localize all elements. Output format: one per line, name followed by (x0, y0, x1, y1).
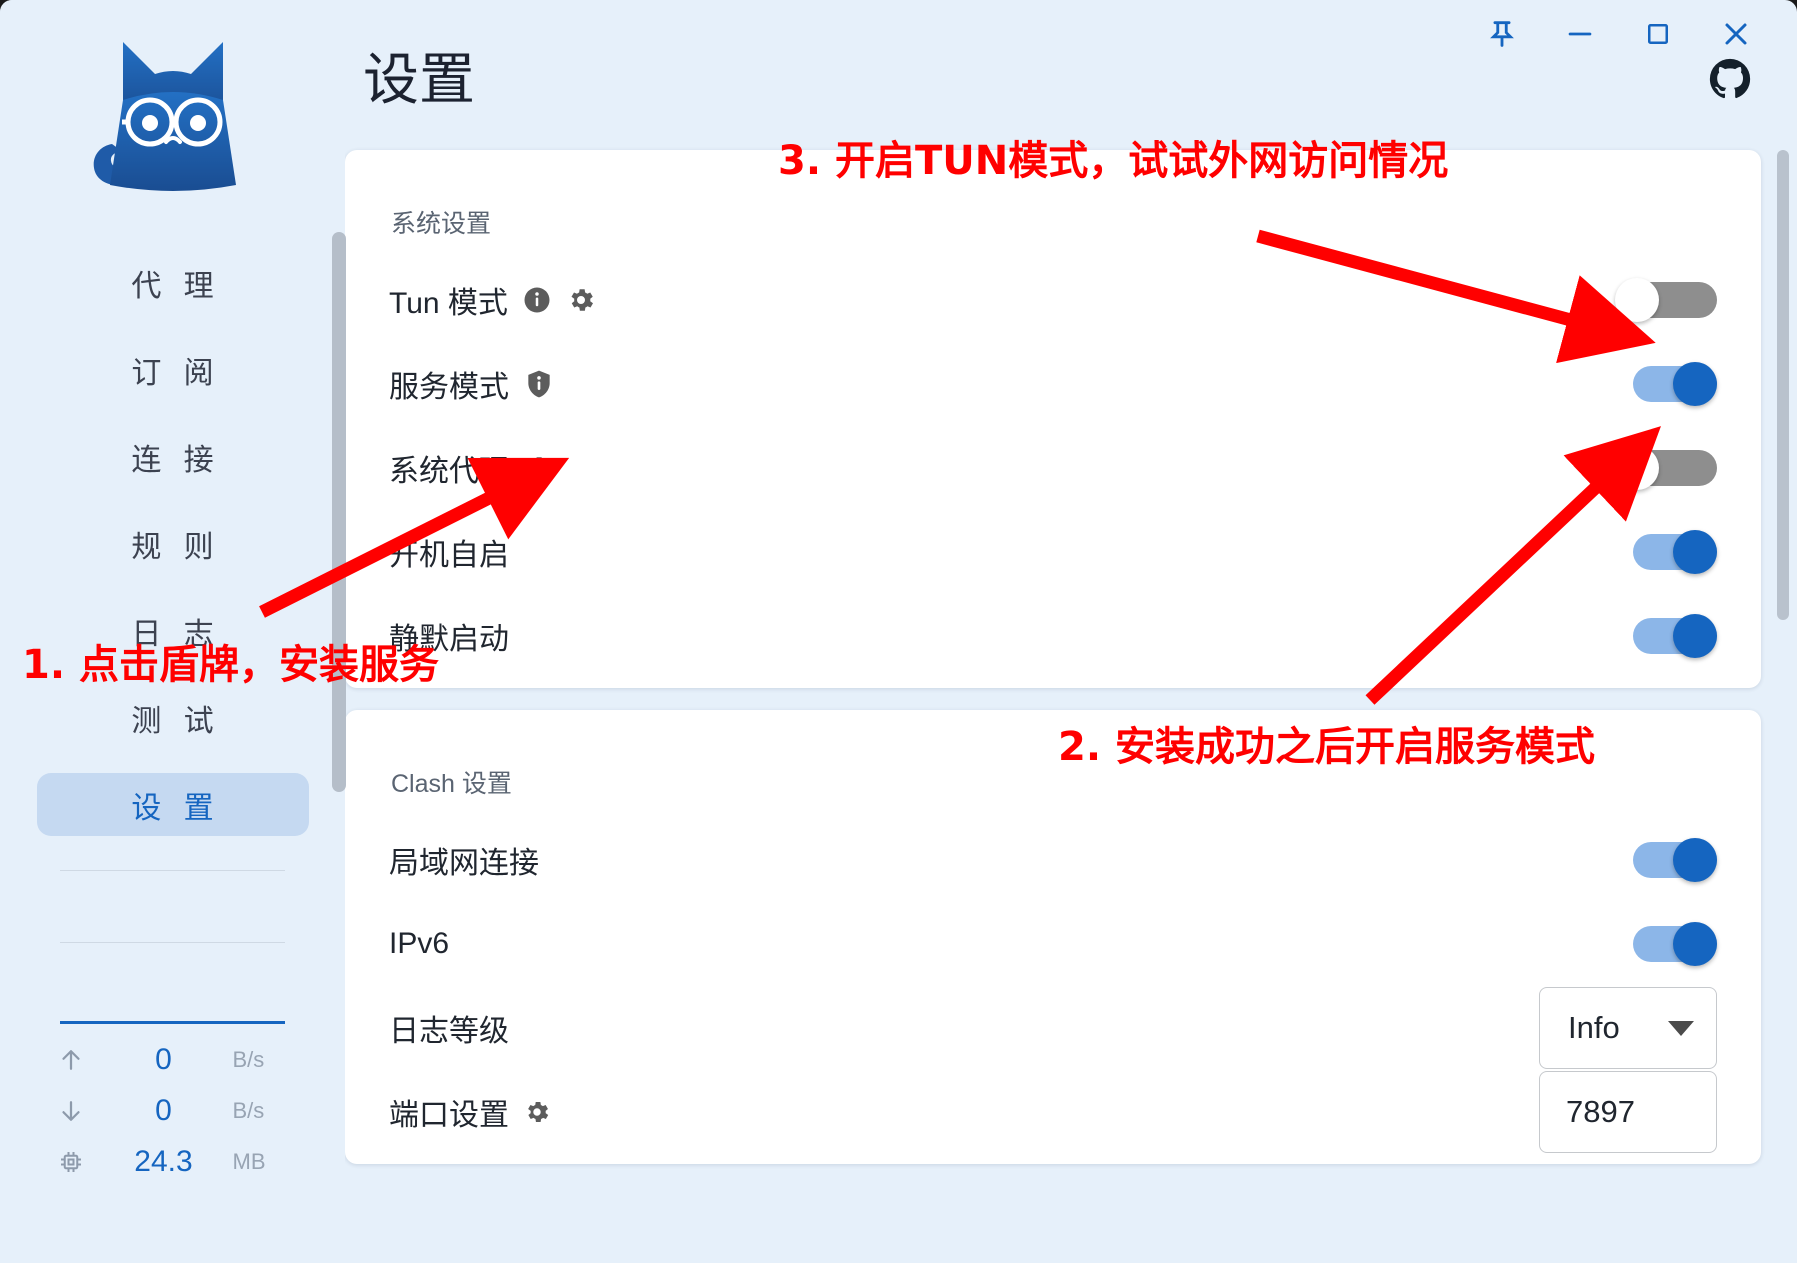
sidebar-item-profiles[interactable]: 订 阅 (37, 338, 309, 401)
toggle-auto-launch[interactable] (1615, 530, 1717, 574)
chip-icon (47, 1147, 95, 1177)
traffic-chart (60, 864, 285, 1024)
sidebar-item-rules[interactable]: 规 则 (37, 512, 309, 575)
system-settings-card: 系统设置 Tun 模式 服务模式 系统代理 开机自启 静默启动 (345, 150, 1761, 688)
toggle-tun-mode[interactable] (1615, 278, 1717, 322)
row-system-proxy: 系统代理 (389, 426, 1717, 510)
row-label-text: Tun 模式 (389, 287, 508, 320)
sidebar-item-proxy[interactable]: 代 理 (37, 251, 309, 314)
download-unit: B/s (232, 1097, 265, 1123)
title-bar (0, 0, 1797, 68)
chevron-down-icon (1668, 1020, 1694, 1036)
shield-info-icon[interactable] (523, 368, 555, 400)
maximize-icon (1643, 19, 1673, 49)
row-log-level: 日志等级 Info (389, 986, 1717, 1070)
row-ipv6: IPv6 (389, 902, 1717, 986)
gear-icon[interactable] (566, 285, 596, 315)
toggle-ipv6[interactable] (1615, 922, 1717, 966)
upload-unit: B/s (232, 1046, 265, 1072)
maximize-button[interactable] (1619, 4, 1697, 64)
gear-icon[interactable] (523, 453, 553, 483)
row-auto-launch: 开机自启 (389, 510, 1717, 594)
row-service-mode: 服务模式 (389, 342, 1717, 426)
sidebar-item-label: 设 置 (131, 791, 221, 825)
annotation-3: 3. 开启TUN模式，试试外网访问情况 (778, 138, 1449, 184)
settings-scroll-area: 系统设置 Tun 模式 服务模式 系统代理 开机自启 静默启动 Clash 设置… (345, 150, 1797, 1263)
pin-icon (1485, 17, 1519, 51)
traffic-stats: 0 B/s 0 B/s 24.3 MB (47, 1034, 299, 1187)
row-allow-lan: 局域网连接 (389, 818, 1717, 902)
input-port-value: 7897 (1566, 1094, 1635, 1129)
row-tun-mode: Tun 模式 (389, 258, 1717, 342)
select-log-level-value: Info (1568, 1010, 1620, 1045)
stat-download: 0 B/s (47, 1085, 299, 1136)
row-label-text: IPv6 (389, 927, 450, 960)
annotation-2: 2. 安装成功之后开启服务模式 (1058, 724, 1595, 770)
sidebar-item-label: 连 接 (131, 443, 221, 477)
close-button[interactable] (1697, 4, 1775, 64)
gear-icon[interactable] (523, 1098, 551, 1126)
main-scrollbar[interactable] (1777, 150, 1789, 1180)
toggle-service-mode[interactable] (1615, 362, 1717, 406)
sidebar-item-label: 测 试 (131, 704, 221, 738)
stat-upload: 0 B/s (47, 1034, 299, 1085)
sidebar-item-label: 代 理 (131, 269, 221, 303)
toggle-silent-start[interactable] (1615, 614, 1717, 658)
sidebar-nav: 代 理 订 阅 连 接 规 则 日 志 测 试 设 置 (0, 251, 345, 860)
sidebar-item-label: 规 则 (131, 530, 221, 564)
annotation-1: 1. 点击盾牌，安装服务 (22, 642, 439, 688)
sidebar-item-test[interactable]: 测 试 (37, 686, 309, 749)
minimize-button[interactable] (1541, 4, 1619, 64)
row-label-text: 端口设置 (389, 1099, 509, 1132)
input-port[interactable]: 7897 (1539, 1071, 1717, 1153)
sidebar-item-settings[interactable]: 设 置 (36, 773, 309, 836)
memory-value: 24.3 (134, 1144, 193, 1178)
row-silent-start: 静默启动 (389, 594, 1717, 678)
row-label-text: 开机自启 (389, 539, 509, 572)
upload-value: 0 (155, 1042, 172, 1076)
toggle-system-proxy[interactable] (1615, 446, 1717, 490)
info-icon[interactable] (522, 285, 552, 315)
row-label-text: 日志等级 (389, 1015, 509, 1048)
traffic-chart-axis (60, 1021, 285, 1024)
minimize-icon (1563, 17, 1597, 51)
clash-settings-card: Clash 设置 局域网连接 IPv6 日志等级 Info 端口设置 7897 (345, 710, 1761, 1164)
row-port-config: 端口设置 7897 (389, 1070, 1717, 1154)
main-content: 设置 系统设置 Tun 模式 服务模式 系统代理 开机自启 静默启动 Clash… (345, 0, 1797, 1263)
download-value: 0 (155, 1093, 172, 1127)
select-log-level[interactable]: Info (1539, 987, 1717, 1069)
memory-unit: MB (232, 1148, 266, 1174)
arrow-up-icon (47, 1045, 95, 1075)
sidebar-scrollbar[interactable] (332, 232, 346, 792)
toggle-allow-lan[interactable] (1615, 838, 1717, 882)
stat-memory: 24.3 MB (47, 1136, 299, 1187)
row-label-text: 服务模式 (389, 371, 509, 404)
app-window: 代 理 订 阅 连 接 规 则 日 志 测 试 设 置 0 B/s 0 B/s … (0, 0, 1797, 1263)
row-label-text: 局域网连接 (389, 847, 539, 880)
arrow-down-icon (47, 1096, 95, 1126)
row-label-text: 系统代理 (389, 455, 509, 488)
close-icon (1718, 16, 1754, 52)
sidebar-item-connections[interactable]: 连 接 (37, 425, 309, 488)
pin-button[interactable] (1463, 4, 1541, 64)
sidebar-item-label: 订 阅 (131, 356, 221, 390)
